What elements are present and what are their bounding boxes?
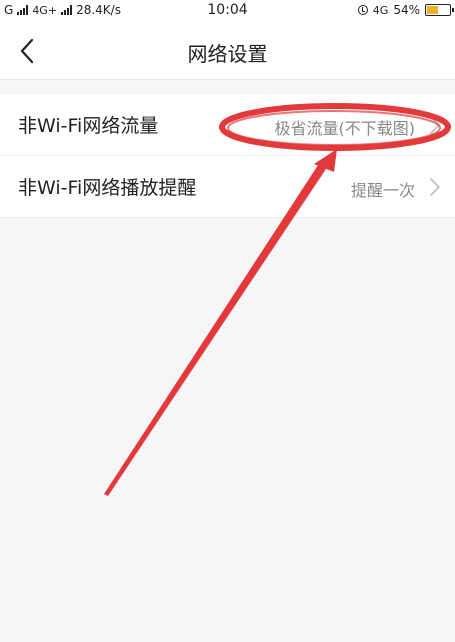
screen: G 4G+ 28.4K/s 10:04 4G 54% 网络设置 非Wi-Fi网络… (0, 0, 455, 642)
battery-icon (425, 4, 454, 16)
status-right: 4G 54% (357, 3, 454, 17)
chevron-right-icon (430, 116, 440, 134)
battery-percent: 54% (393, 3, 420, 17)
page-title: 网络设置 (187, 42, 268, 66)
chevron-right-icon (430, 178, 440, 196)
battery-fill (427, 6, 439, 14)
network-type-right: 4G (372, 3, 389, 17)
setting-value: 极省流量(不下载图) (274, 119, 416, 138)
header: 网络设置 (0, 22, 455, 80)
setting-row-mobile-data[interactable]: 非Wi-Fi网络流量 极省流量(不下载图) (0, 94, 455, 156)
setting-row-play-reminder[interactable]: 非Wi-Fi网络播放提醒 提醒一次 (0, 156, 455, 218)
alarm-icon (357, 5, 368, 15)
setting-value: 提醒一次 (350, 181, 415, 200)
settings-list: 非Wi-Fi网络流量 极省流量(不下载图) 非Wi-Fi网络播放提醒 提醒一次 (0, 94, 455, 218)
setting-label: 非Wi-Fi网络播放提醒 (18, 177, 197, 199)
status-bar: G 4G+ 28.4K/s 10:04 4G 54% (0, 0, 455, 22)
setting-label: 非Wi-Fi网络流量 (18, 115, 159, 137)
